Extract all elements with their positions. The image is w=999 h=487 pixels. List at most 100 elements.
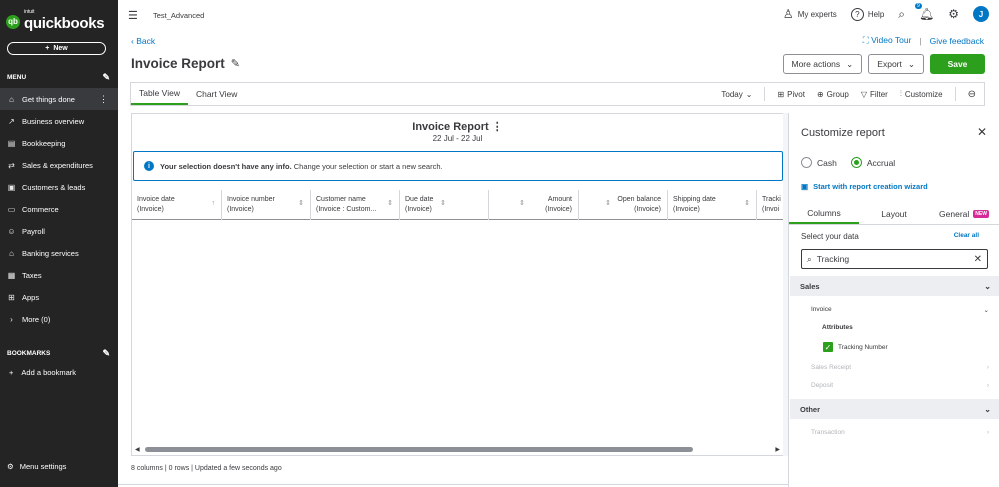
column-header[interactable]: Customer name (Invoice : Custom... ⇕ [311, 190, 400, 220]
column-header[interactable]: Open balance (Invoice) ⇕ [579, 190, 668, 220]
group-sales[interactable]: Sales ⌄ [790, 276, 999, 296]
tree-item-deposit[interactable]: Deposit › [811, 382, 989, 389]
tree-item-invoice[interactable]: Invoice ⌄ [811, 306, 989, 314]
kebab-icon[interactable]: ⋮ [99, 94, 108, 105]
sidebar: qb intuit quickbooks + New MENU ✎ ⌂ Get thi… [0, 0, 118, 487]
new-button[interactable]: + New [7, 42, 106, 55]
sort-icon[interactable]: ⇕ [744, 199, 750, 209]
minus-circle-icon[interactable]: ⊖ [968, 89, 976, 100]
sort-asc-icon[interactable]: ↑ [212, 199, 216, 209]
column-name: Customer name [316, 196, 366, 203]
sidebar-item-customers[interactable]: ▣ Customers & leads [0, 176, 118, 198]
chart-icon: ↗ [8, 116, 15, 126]
accrual-label: Accrual [866, 157, 896, 168]
radio-on [850, 157, 862, 168]
sidebar-item-bookkeeping[interactable]: ▤ Bookkeeping [0, 132, 118, 154]
add-bookmark-button[interactable]: + Add a bookmark [9, 368, 76, 377]
sidebar-item-label: Commerce [22, 204, 59, 214]
column-name: Shipping date [673, 196, 716, 203]
tab-layout[interactable]: Layout [859, 203, 929, 224]
scrollbar-thumb[interactable] [145, 447, 693, 452]
video-tour-link[interactable]: ⛶ Video Tour [863, 35, 912, 46]
column-header[interactable]: Invoice number (Invoice) ⇕ [222, 190, 311, 220]
new-label: New [53, 45, 68, 52]
scroll-right-icon[interactable]: ▶ [775, 446, 780, 453]
avatar[interactable]: J [973, 6, 989, 22]
checkmark-icon: ✓ [823, 342, 833, 352]
column-sub: (Invoice : Custom... [316, 206, 377, 213]
accrual-radio[interactable]: Accrual [850, 157, 896, 168]
sort-icon[interactable]: ⇕ [519, 199, 525, 209]
group-icon: ⊕ [816, 89, 824, 99]
clear-search-icon[interactable]: ✕ [974, 254, 982, 265]
column-header[interactable]: Invoice date (Invoice) ↑ [132, 190, 222, 220]
back-link[interactable]: ‹ Back [131, 36, 155, 46]
help-button[interactable]: ? Help [850, 7, 884, 21]
menu-settings-button[interactable]: ⚙ Menu settings [7, 462, 66, 471]
bookmarks-header: BOOKMARKS ✎ [7, 348, 110, 359]
scroll-left-icon[interactable]: ◀ [135, 446, 140, 453]
tab-columns[interactable]: Columns [789, 203, 859, 224]
cash-radio[interactable]: Cash [801, 157, 837, 168]
filter-label: Filter [870, 89, 888, 99]
gear-icon[interactable]: ⚙ [948, 7, 959, 21]
tab-chart-view[interactable]: Chart View [188, 83, 245, 105]
tree-item-transaction[interactable]: Transaction › [811, 429, 989, 436]
hamburger-icon[interactable]: ☰ [128, 9, 138, 22]
report-wizard-link[interactable]: ▣ Start with report creation wizard [801, 182, 928, 191]
date-dropdown[interactable]: Today ⌄ [721, 90, 752, 99]
sidebar-item-payroll[interactable]: ☺ Payroll [0, 220, 118, 242]
sidebar-item-apps[interactable]: ⊞ Apps [0, 286, 118, 308]
search-icon[interactable]: ⌕ [898, 7, 905, 22]
column-header[interactable]: Due date (Invoice) ⇕ [400, 190, 489, 220]
edit-title-icon[interactable]: ✎ [231, 57, 240, 70]
tracking-number-checkbox[interactable]: ✓ Tracking Number [823, 342, 888, 352]
kebab-icon[interactable]: ⋮ [492, 121, 503, 133]
column-header[interactable]: Amount (Invoice) ⇕ [489, 190, 579, 220]
home-icon: ⌂ [9, 94, 14, 104]
tab-general-label: General [939, 208, 970, 219]
wizard-icon: ▣ [801, 182, 809, 191]
horizontal-scrollbar[interactable]: ◀ ▶ [135, 446, 780, 453]
sidebar-item-business-overview[interactable]: ↗ Business overview [0, 110, 118, 132]
sidebar-item-taxes[interactable]: ▦ Taxes [0, 264, 118, 286]
divider [954, 87, 956, 101]
clear-all-link[interactable]: Clear all [954, 232, 979, 241]
search-input[interactable]: ⌕ Tracking ✕ [801, 249, 988, 269]
sidebar-item-banking[interactable]: ⌂ Banking services [0, 242, 118, 264]
sidebar-item-get-things-done[interactable]: ⌂ Get things done ⋮ [0, 88, 118, 110]
qb-logo-icon: qb [6, 14, 20, 29]
customize-button[interactable]: ⫶ Customize [900, 89, 943, 99]
pivot-button[interactable]: ⊞ Pivot [777, 90, 805, 99]
column-header[interactable]: Shipping date (Invoice) ⇕ [668, 190, 757, 220]
sort-icon[interactable]: ⇕ [440, 199, 446, 209]
chevron-down-icon: ⌄ [984, 404, 991, 414]
tab-general[interactable]: General NEW [929, 203, 999, 224]
quickbooks-logo[interactable]: qb intuit quickbooks [6, 10, 105, 33]
more-actions-button[interactable]: More actions ⌄ [782, 54, 863, 74]
view-tools: Today ⌄ ⊞ Pivot ⊕ Group ▽ Filter ⫶ Customize … [721, 83, 984, 105]
export-button[interactable]: Export ⌄ [868, 54, 924, 74]
video-icon: ⛶ [862, 35, 869, 45]
filter-button[interactable]: ▽ Filter [861, 90, 888, 99]
sort-icon[interactable]: ⇕ [605, 199, 611, 209]
save-button[interactable]: Save [930, 54, 985, 74]
tab-table-view[interactable]: Table View [131, 83, 188, 105]
sidebar-item-commerce[interactable]: ▭ Commerce [0, 198, 118, 220]
sidebar-item-sales[interactable]: ⇄ Sales & expenditures [0, 154, 118, 176]
divider: | [919, 35, 922, 46]
close-icon[interactable]: ✕ [977, 125, 987, 139]
tree-item-sales-receipt[interactable]: Sales Receipt › [811, 364, 989, 371]
give-feedback-link[interactable]: Give feedback [930, 36, 984, 46]
sort-icon[interactable]: ⇕ [298, 199, 304, 209]
sort-icon[interactable]: ⇕ [387, 199, 393, 209]
group-other[interactable]: Other ⌄ [790, 399, 999, 419]
column-header[interactable]: Tracki (Invoi [757, 190, 783, 220]
notifications-button[interactable]: 9 🔔︎ [915, 3, 934, 21]
my-experts-button[interactable]: ♙ My experts [783, 7, 837, 21]
sidebar-item-more[interactable]: › More (0) [0, 308, 118, 330]
edit-bookmarks-icon[interactable]: ✎ [102, 348, 110, 359]
column-sub: (Invoice) [634, 206, 661, 213]
edit-menu-icon[interactable]: ✎ [102, 72, 110, 83]
group-button[interactable]: ⊕ Group [817, 90, 849, 99]
